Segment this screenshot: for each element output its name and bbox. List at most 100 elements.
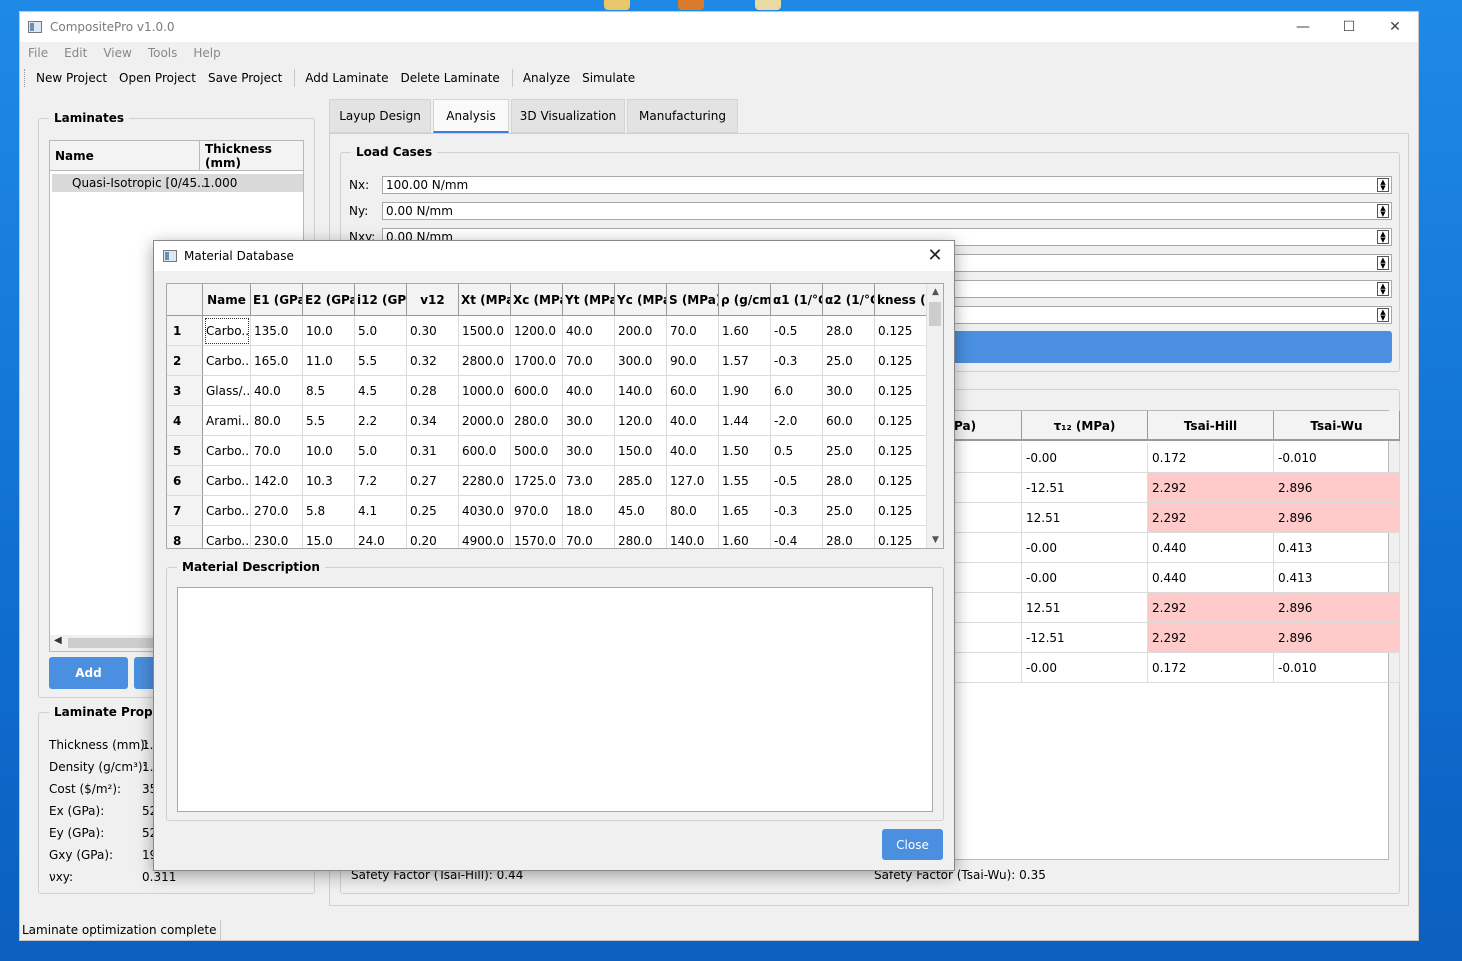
- taskbar-app-icon[interactable]: [678, 0, 704, 10]
- table-cell[interactable]: -0.4: [771, 526, 823, 548]
- table-cell[interactable]: 600.0: [459, 436, 511, 466]
- menu-file[interactable]: File: [28, 46, 48, 60]
- column-header[interactable]: Yc (MPa: [615, 284, 667, 316]
- table-cell[interactable]: 500.0: [511, 436, 563, 466]
- menu-edit[interactable]: Edit: [64, 46, 87, 60]
- spin-arrows-icon[interactable]: ▲ ▼: [1377, 204, 1389, 218]
- material-description-text[interactable]: [177, 587, 933, 812]
- table-cell[interactable]: 2800.0: [459, 346, 511, 376]
- row-header[interactable]: 3: [167, 376, 203, 406]
- table-cell[interactable]: 0.28: [407, 376, 459, 406]
- menu-help[interactable]: Help: [193, 46, 220, 60]
- table-cell[interactable]: 5.0: [355, 316, 407, 346]
- scrollbar-thumb[interactable]: [929, 302, 941, 326]
- table-cell[interactable]: 28.0: [823, 316, 875, 346]
- table-cell[interactable]: 1700.0: [511, 346, 563, 376]
- table-cell[interactable]: 0.25: [407, 496, 459, 526]
- table-cell[interactable]: [952, 593, 1022, 623]
- add-laminate-button[interactable]: Add Laminate: [305, 71, 388, 85]
- column-header-thickness[interactable]: Thickness (mm): [200, 141, 303, 171]
- delete-laminate-button[interactable]: Delete Laminate: [400, 71, 499, 85]
- table-cell[interactable]: [952, 653, 1022, 683]
- table-cell[interactable]: 73.0: [563, 466, 615, 496]
- table-cell[interactable]: 285.0: [615, 466, 667, 496]
- column-header[interactable]: E2 (GPa: [303, 284, 355, 316]
- table-cell[interactable]: 40.0: [563, 376, 615, 406]
- table-cell[interactable]: -12.51: [1022, 623, 1148, 653]
- table-cell[interactable]: 1.55: [719, 466, 771, 496]
- table-cell[interactable]: 5.5: [355, 346, 407, 376]
- column-header[interactable]: S (MPa): [667, 284, 719, 316]
- spin-arrows-icon[interactable]: ▲ ▼: [1377, 308, 1389, 322]
- table-cell[interactable]: 135.0: [251, 316, 303, 346]
- table-cell[interactable]: 4030.0: [459, 496, 511, 526]
- table-cell[interactable]: 5.0: [355, 436, 407, 466]
- table-cell[interactable]: 0.20: [407, 526, 459, 548]
- table-cell[interactable]: 0.32: [407, 346, 459, 376]
- table-cell[interactable]: 140.0: [667, 526, 719, 548]
- table-cell[interactable]: -0.00: [1022, 443, 1148, 473]
- save-project-button[interactable]: Save Project: [208, 71, 282, 85]
- column-header[interactable]: Name: [203, 284, 251, 316]
- table-cell[interactable]: -0.5: [771, 466, 823, 496]
- table-cell[interactable]: 1200.0: [511, 316, 563, 346]
- table-cell[interactable]: 4.5: [355, 376, 407, 406]
- table-cell[interactable]: 0.125: [875, 496, 927, 526]
- table-cell[interactable]: Carbo...: [203, 436, 251, 466]
- table-cell[interactable]: 0.125: [875, 316, 927, 346]
- table-cell[interactable]: 80.0: [251, 406, 303, 436]
- row-header[interactable]: 4: [167, 406, 203, 436]
- table-cell[interactable]: 1500.0: [459, 316, 511, 346]
- toolbar-grip[interactable]: [24, 69, 26, 87]
- spin-arrows-icon[interactable]: ▲ ▼: [1377, 178, 1389, 192]
- ny-spinbox[interactable]: 0.00 N/mm ▲ ▼: [382, 202, 1392, 220]
- spin-arrows-icon[interactable]: ▲ ▼: [1377, 256, 1389, 270]
- table-cell[interactable]: 1.57: [719, 346, 771, 376]
- column-header-tsai-hill[interactable]: Tsai-Hill: [1148, 411, 1274, 441]
- table-cell[interactable]: 8.5: [303, 376, 355, 406]
- table-cell[interactable]: 165.0: [251, 346, 303, 376]
- table-cell[interactable]: 2.896: [1274, 593, 1400, 623]
- nx-spinbox[interactable]: 100.00 N/mm ▲ ▼: [382, 176, 1392, 194]
- table-cell[interactable]: 0.172: [1148, 443, 1274, 473]
- table-cell[interactable]: 5.5: [303, 406, 355, 436]
- table-corner[interactable]: [167, 284, 203, 316]
- column-header-tau12[interactable]: τ₁₂ (MPa): [1022, 411, 1148, 441]
- scroll-left-icon[interactable]: ◀: [54, 635, 62, 646]
- table-cell[interactable]: Carbo...: [203, 496, 251, 526]
- table-cell[interactable]: 5.8: [303, 496, 355, 526]
- table-cell[interactable]: 0.413: [1274, 533, 1400, 563]
- dialog-close-icon[interactable]: ✕: [924, 245, 946, 266]
- table-cell[interactable]: 1.60: [719, 316, 771, 346]
- table-cell[interactable]: 24.0: [355, 526, 407, 548]
- simulate-button[interactable]: Simulate: [582, 71, 635, 85]
- table-cell[interactable]: 1570.0: [511, 526, 563, 548]
- row-header[interactable]: 7: [167, 496, 203, 526]
- column-header-tsai-wu[interactable]: Tsai-Wu: [1274, 411, 1400, 441]
- taskbar-app-icon[interactable]: [755, 0, 781, 10]
- table-cell[interactable]: 28.0: [823, 526, 875, 548]
- table-cell[interactable]: -2.0: [771, 406, 823, 436]
- table-cell[interactable]: 0.125: [875, 436, 927, 466]
- table-cell[interactable]: 70.0: [563, 526, 615, 548]
- table-cell[interactable]: 150.0: [615, 436, 667, 466]
- table-cell[interactable]: 30.0: [823, 376, 875, 406]
- table-cell[interactable]: Carbo...: [203, 316, 251, 346]
- table-cell[interactable]: 2280.0: [459, 466, 511, 496]
- tab-3d-visualization[interactable]: 3D Visualization: [511, 99, 625, 133]
- row-header[interactable]: 8: [167, 526, 203, 548]
- table-cell[interactable]: 0.172: [1148, 653, 1274, 683]
- table-cell[interactable]: 40.0: [251, 376, 303, 406]
- table-cell[interactable]: 0.125: [875, 466, 927, 496]
- table-cell[interactable]: -0.010: [1274, 653, 1400, 683]
- table-cell[interactable]: 140.0: [615, 376, 667, 406]
- table-cell[interactable]: 2.896: [1274, 503, 1400, 533]
- table-cell[interactable]: [952, 443, 1022, 473]
- table-cell[interactable]: 40.0: [667, 436, 719, 466]
- scroll-up-icon[interactable]: ▲: [927, 284, 943, 300]
- table-cell[interactable]: 0.440: [1148, 533, 1274, 563]
- table-cell[interactable]: [952, 533, 1022, 563]
- table-cell[interactable]: -0.3: [771, 346, 823, 376]
- table-cell[interactable]: 1.50: [719, 436, 771, 466]
- table-cell[interactable]: 120.0: [615, 406, 667, 436]
